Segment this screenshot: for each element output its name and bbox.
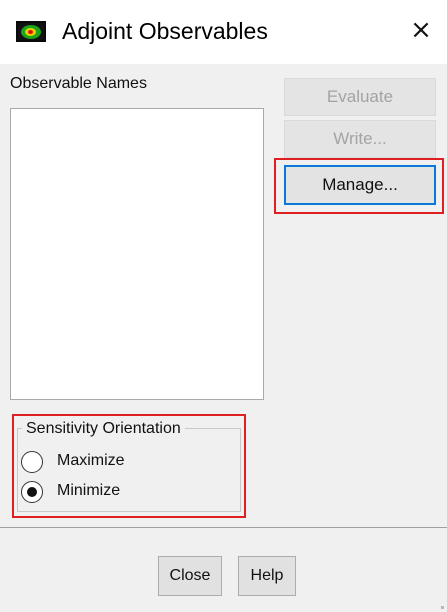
sensitivity-orientation-title: Sensitivity Orientation (22, 420, 185, 438)
sensitivity-orientation-group (17, 428, 241, 512)
evaluate-button[interactable]: Evaluate (284, 78, 436, 116)
dialog-body: Observable Names Evaluate Write... Manag… (0, 64, 447, 612)
observable-names-list[interactable] (10, 108, 264, 400)
manage-button[interactable]: Manage... (284, 165, 436, 205)
maximize-label[interactable]: Maximize (57, 452, 125, 470)
minimize-radio[interactable] (21, 481, 43, 503)
resize-grip[interactable] (441, 606, 444, 609)
app-icon (16, 21, 46, 42)
window-title: Adjoint Observables (62, 18, 268, 44)
footer-divider (0, 527, 447, 528)
maximize-radio[interactable] (21, 451, 43, 473)
minimize-label[interactable]: Minimize (57, 482, 120, 500)
write-button[interactable]: Write... (284, 120, 436, 158)
help-button[interactable]: Help (238, 556, 296, 596)
observable-names-label: Observable Names (10, 75, 147, 92)
close-button[interactable]: Close (158, 556, 222, 596)
close-icon[interactable]: × (408, 17, 434, 43)
title-bar: Adjoint Observables × (0, 0, 447, 64)
